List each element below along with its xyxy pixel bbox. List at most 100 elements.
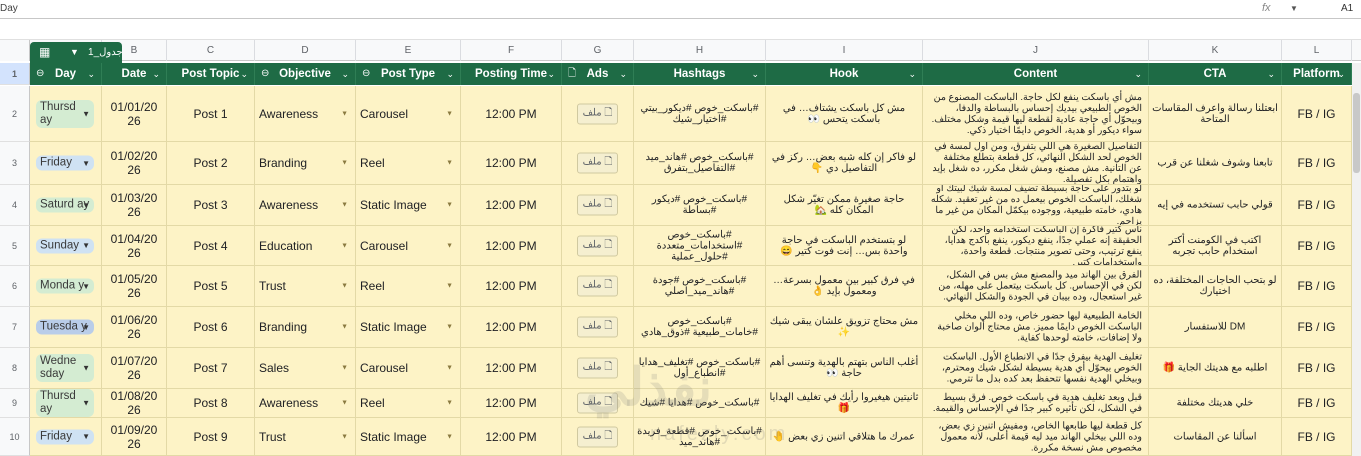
cell-type[interactable]: Carousel ▼ [356, 86, 461, 142]
chevron-down-icon[interactable]: ▼ [82, 362, 90, 375]
cell-platform[interactable]: FB / IG [1282, 266, 1352, 307]
file-attachment[interactable]: ملف 🗋 [576, 235, 619, 256]
dropdown-arrow-icon[interactable]: ▼ [446, 433, 453, 440]
column-letter-D[interactable]: D [255, 40, 356, 61]
cell-time[interactable]: 12:00 PM [461, 86, 562, 142]
cell-topic[interactable]: Post 4 [167, 226, 255, 266]
cell-date[interactable]: 01/03/20 26 [102, 185, 167, 226]
table-tab[interactable]: ▦ ▼ جدول_1 [30, 42, 123, 63]
dropdown-arrow-icon[interactable]: ▼ [341, 110, 348, 117]
cell-cta[interactable]: تابعنا وشوف شغلنا عن قرب [1149, 142, 1282, 185]
cell-content[interactable]: مش أي باسكت ينفع لكل حاجة. الباسكت المصن… [923, 86, 1149, 142]
cell-date[interactable]: 01/05/20 26 [102, 266, 167, 307]
chevron-down-icon[interactable]: ▼ [82, 239, 90, 252]
file-attachment[interactable]: ملف 🗋 [576, 152, 619, 174]
cell-content[interactable]: قبل وبعد تغليف هدية في باسكت خوص. فرق بس… [923, 389, 1149, 418]
chevron-down-icon[interactable]: ⌄ [341, 63, 349, 85]
cell-time[interactable]: 12:00 PM [461, 226, 562, 266]
cell-hashtags[interactable]: #باسكت_خوص #جودة #هاند_ميد_اصلي [634, 266, 766, 307]
chevron-down-icon[interactable]: ▼ [70, 42, 79, 63]
chevron-down-icon[interactable]: ⌄ [1134, 63, 1142, 85]
header-post-topic[interactable]: Post Topic ⌄ [167, 63, 255, 85]
chevron-down-icon[interactable]: ▼ [1290, 4, 1298, 13]
formula-input[interactable]: Day [0, 3, 18, 14]
cell-objective[interactable]: Education ▼ [255, 226, 356, 266]
dropdown-arrow-icon[interactable]: ▼ [341, 242, 348, 249]
cell-platform[interactable]: FB / IG [1282, 185, 1352, 226]
cell-hook[interactable]: لو فاكر إن كله شبه بعض… ركز في التفاصيل … [766, 142, 923, 185]
cell-objective[interactable]: Trust ▼ [255, 418, 356, 456]
cell-date[interactable]: 01/02/20 26 [102, 142, 167, 185]
cell-hashtags[interactable]: #باسكت_خوص #خامات_طبيعية #ذوق_هادي [634, 307, 766, 348]
dropdown-arrow-icon[interactable]: ▼ [446, 283, 453, 290]
cell-date[interactable]: 01/07/20 26 [102, 348, 167, 389]
cell-hook[interactable]: حاجة صغيرة ممكن تغيّر شكل المكان كله 🏡 [766, 185, 923, 226]
day-chip[interactable]: Thursd ay ▼ [36, 99, 94, 128]
cell-ads[interactable]: ملف 🗋 [562, 307, 634, 348]
cell-cta[interactable]: DM للاستفسار [1149, 307, 1282, 348]
cell-day[interactable]: Monda y ▼ [30, 266, 102, 307]
chevron-down-icon[interactable]: ⌄ [908, 63, 916, 85]
header-hashtags[interactable]: Hashtags ⌄ [634, 63, 766, 85]
row-number[interactable]: 3 [0, 142, 30, 185]
header-post-type[interactable]: ⊖ Post Type ⌄ [356, 63, 461, 85]
cell-content[interactable]: ناس كتير فاكرة إن الباسكت استخدامه واحد،… [923, 226, 1149, 266]
cell-cta[interactable]: ابعتلنا رسالة واعرف المقاسات المتاحة [1149, 86, 1282, 142]
cell-time[interactable]: 12:00 PM [461, 185, 562, 226]
dropdown-arrow-icon[interactable]: ▼ [446, 400, 453, 407]
cell-content[interactable]: الخامة الطبيعية ليها حضور خاص، وده اللي … [923, 307, 1149, 348]
cell-day[interactable]: Friday ▼ [30, 418, 102, 456]
cell-objective[interactable]: Awareness ▼ [255, 389, 356, 418]
day-chip[interactable]: Friday ▼ [36, 155, 94, 171]
row-number[interactable]: 4 [0, 185, 30, 226]
cell-topic[interactable]: Post 3 [167, 185, 255, 226]
chevron-down-icon[interactable]: ⌄ [152, 63, 160, 85]
cell-platform[interactable]: FB / IG [1282, 226, 1352, 266]
cell-platform[interactable]: FB / IG [1282, 348, 1352, 389]
column-letter-J[interactable]: J [923, 40, 1149, 61]
cell-cta[interactable]: اكتب في الكومنت أكتر استخدام حابب تجربه [1149, 226, 1282, 266]
cell-hashtags[interactable]: #باسكت_خوص #ديكور #بساطة [634, 185, 766, 226]
select-all-corner[interactable] [0, 40, 30, 61]
row-number[interactable]: 6 [0, 266, 30, 307]
cell-day[interactable]: Saturd ay ▼ [30, 185, 102, 226]
day-chip[interactable]: Tuesda y ▼ [36, 319, 94, 335]
dropdown-arrow-icon[interactable]: ▼ [446, 242, 453, 249]
row-number[interactable]: 10 [0, 418, 30, 456]
cell-day[interactable]: Thursd ay ▼ [30, 389, 102, 418]
header-posting-time[interactable]: Posting Time ⌄ [461, 63, 562, 85]
file-attachment[interactable]: ملف 🗋 [576, 103, 619, 124]
cell-platform[interactable]: FB / IG [1282, 307, 1352, 348]
scrollbar-thumb[interactable] [1353, 93, 1360, 173]
row-number[interactable]: 9 [0, 389, 30, 418]
cell-cta[interactable]: اطلبه مع هديتك الجاية 🎁 [1149, 348, 1282, 389]
cell-hook[interactable]: عمرك ما هتلاقي اتنين زي بعض 🤚 [766, 418, 923, 456]
column-letter-I[interactable]: I [766, 40, 923, 61]
file-attachment[interactable]: ملف 🗋 [576, 316, 619, 338]
cell-time[interactable]: 12:00 PM [461, 389, 562, 418]
day-chip[interactable]: Thursd ay ▼ [36, 389, 94, 417]
chevron-down-icon[interactable]: ▼ [82, 280, 90, 293]
cell-cta[interactable]: لو بتحب الحاجات المختلفة، ده اختيارك [1149, 266, 1282, 307]
cell-time[interactable]: 12:00 PM [461, 142, 562, 185]
cell-reference[interactable]: A1 [1341, 3, 1353, 14]
cell-objective[interactable]: Awareness ▼ [255, 185, 356, 226]
chevron-down-icon[interactable]: ▼ [82, 430, 90, 443]
cell-platform[interactable]: FB / IG [1282, 142, 1352, 185]
chevron-down-icon[interactable]: ▼ [82, 321, 90, 334]
day-chip[interactable]: Friday ▼ [36, 429, 94, 444]
row-number[interactable]: 1 [0, 63, 30, 85]
header-platform[interactable]: Platform ⌄ [1282, 63, 1352, 85]
header-date[interactable]: Date ⌄ [102, 63, 167, 85]
cell-type[interactable]: Carousel ▼ [356, 348, 461, 389]
chevron-down-icon[interactable]: ⌄ [751, 63, 759, 85]
cell-hook[interactable]: لو بتستخدم الباسكت في حاجة واحدة بس… إنت… [766, 226, 923, 266]
cell-ads[interactable]: ملف 🗋 [562, 226, 634, 266]
cell-date[interactable]: 01/08/20 26 [102, 389, 167, 418]
chevron-down-icon[interactable]: ⌄ [240, 63, 248, 85]
cell-cta[interactable]: اسألنا عن المقاسات [1149, 418, 1282, 456]
row-number[interactable]: 2 [0, 86, 30, 142]
file-attachment[interactable]: ملف 🗋 [576, 194, 619, 216]
dropdown-arrow-icon[interactable]: ▼ [341, 365, 348, 372]
cell-type[interactable]: Reel ▼ [356, 389, 461, 418]
